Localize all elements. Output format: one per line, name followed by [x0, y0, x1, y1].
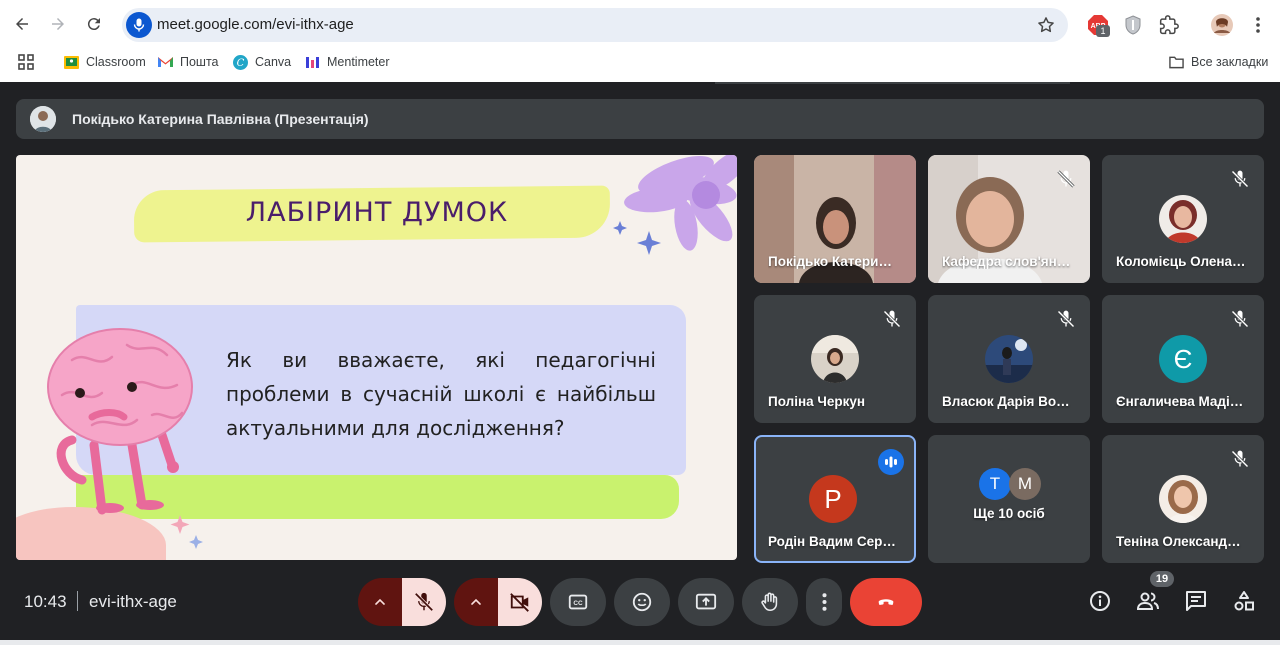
people-count-badge: 19	[1150, 571, 1174, 587]
bookmark-canva[interactable]: C Canva	[233, 53, 291, 71]
participant-tile[interactable]: Поліна Черкун	[754, 295, 916, 423]
gmail-icon	[158, 55, 173, 70]
address-bar[interactable]: meet.google.com/evi-ithx-age	[122, 8, 1068, 42]
extensions-puzzle-icon[interactable]	[1157, 13, 1181, 37]
taskbar-edge	[0, 640, 1280, 645]
canva-icon: C	[233, 54, 248, 70]
flower-decoration	[624, 155, 737, 251]
meeting-code[interactable]: evi-ithx-age	[89, 592, 177, 612]
bookmark-classroom[interactable]: Classroom	[64, 53, 146, 71]
bookmark-label: Canva	[255, 55, 292, 69]
apps-grid-icon[interactable]	[18, 53, 34, 71]
participant-avatar	[1159, 195, 1207, 243]
mic-off-icon	[1057, 310, 1075, 328]
brain-character-illustration	[47, 328, 193, 515]
participant-name: Теніна Олександ…	[1116, 534, 1241, 549]
reload-icon[interactable]	[80, 10, 108, 38]
participant-letter-avatar: М	[1009, 468, 1041, 500]
people-icon[interactable]	[1135, 588, 1161, 614]
captions-button[interactable]: CC	[550, 578, 606, 626]
presenter-bar: Покідько Катерина Павлівна (Презентація)	[16, 99, 1264, 139]
leave-call-button[interactable]	[850, 578, 922, 626]
slide-title: ЛАБІРИНТ ДУМОК	[245, 197, 509, 228]
classroom-icon	[64, 55, 79, 70]
participant-name: Кафедра слов'ян…	[942, 254, 1071, 269]
bookmarks-bar: Classroom Пошта C Canva Mentimeter Все з…	[0, 50, 1280, 74]
participant-tile[interactable]: Теніна Олександ…	[1102, 435, 1264, 563]
speaking-indicator-icon	[878, 449, 904, 475]
reactions-button[interactable]	[614, 578, 670, 626]
all-bookmarks-label: Все закладки	[1191, 55, 1269, 69]
mic-off-icon	[1231, 310, 1249, 328]
participant-avatar	[985, 335, 1033, 383]
participant-avatar	[811, 335, 859, 383]
participant-tile[interactable]: Покідько Катери…	[754, 155, 916, 283]
participant-name: Власюк Дарія Во…	[942, 394, 1070, 409]
participant-name: Єнгаличева Маді…	[1116, 394, 1244, 409]
back-icon[interactable]	[8, 10, 36, 38]
browser-menu-icon[interactable]	[1246, 13, 1270, 37]
participant-tile[interactable]: Кафедра слов'ян…	[928, 155, 1090, 283]
camera-off-button[interactable]	[498, 578, 542, 626]
bookmark-label: Mentimeter	[327, 55, 390, 69]
meeting-info-icon[interactable]	[1087, 588, 1113, 614]
microphone-off-button[interactable]	[402, 578, 446, 626]
divider	[77, 591, 78, 611]
slide-question: Як ви вважаєте, які педагогічні проблеми…	[226, 348, 656, 440]
browser-chrome: meet.google.com/evi-ithx-age ABP 1 Class…	[0, 0, 1280, 82]
meeting-time: 10:43	[24, 592, 67, 611]
participant-name: Поліна Черкун	[768, 394, 866, 409]
participant-tile[interactable]: Коломієць Олена…	[1102, 155, 1264, 283]
more-participants-label: Ще 10 осіб	[973, 506, 1045, 521]
all-bookmarks[interactable]: Все закладки	[1169, 53, 1268, 71]
svg-text:C: C	[237, 58, 245, 69]
url-text[interactable]: meet.google.com/evi-ithx-age	[157, 16, 354, 33]
participant-avatar	[1159, 475, 1207, 523]
video-options-chevron-icon[interactable]	[454, 578, 498, 626]
adblock-extension-icon[interactable]: ABP 1	[1086, 13, 1110, 37]
participant-tile-speaking[interactable]: Р Родін Вадим Сер…	[754, 435, 916, 563]
participant-tile[interactable]: Власюк Дарія Во…	[928, 295, 1090, 423]
presenter-avatar	[30, 106, 56, 132]
raise-hand-button[interactable]	[742, 578, 798, 626]
mic-off-icon	[1057, 170, 1075, 188]
folder-icon	[1169, 55, 1184, 70]
presentation-slide: ЛАБІРИНТ ДУМОК Як ви вважаєте, які педаг…	[16, 155, 737, 560]
mic-off-icon	[1231, 450, 1249, 468]
mic-off-icon	[1231, 170, 1249, 188]
participant-letter-avatar: Р	[809, 475, 857, 523]
mic-off-icon	[883, 310, 901, 328]
shield-extension-icon[interactable]	[1121, 13, 1145, 37]
audio-options-chevron-icon[interactable]	[358, 578, 402, 626]
present-screen-button[interactable]	[678, 578, 734, 626]
participant-letter-avatar: Т	[979, 468, 1011, 500]
participant-name: Покідько Катери…	[768, 254, 892, 269]
participant-letter-avatar: Є	[1159, 335, 1207, 383]
more-options-icon[interactable]	[806, 578, 842, 626]
mentimeter-icon	[305, 55, 320, 70]
bookmark-star-icon[interactable]	[1036, 15, 1056, 35]
microphone-in-use-icon[interactable]	[126, 12, 152, 38]
participant-name: Коломієць Олена…	[1116, 254, 1246, 269]
activities-icon[interactable]	[1231, 588, 1257, 614]
forward-icon[interactable]	[44, 10, 72, 38]
presenter-label: Покідько Катерина Павлівна (Презентація)	[72, 111, 369, 127]
chat-icon[interactable]	[1183, 588, 1209, 614]
participant-name: Родін Вадим Сер…	[768, 534, 896, 549]
profile-avatar[interactable]	[1210, 13, 1234, 37]
more-participants-tile[interactable]: Т М Ще 10 осіб	[928, 435, 1090, 563]
bookmark-mentimeter[interactable]: Mentimeter	[305, 53, 390, 71]
bookmark-gmail[interactable]: Пошта	[158, 53, 219, 71]
svg-text:CC: CC	[573, 600, 583, 607]
bookmark-label: Пошта	[180, 55, 219, 69]
bookmark-label: Classroom	[86, 55, 146, 69]
extension-badge: 1	[1096, 25, 1110, 37]
participant-tile[interactable]: Є Єнгаличева Маді…	[1102, 295, 1264, 423]
divider	[715, 82, 1070, 84]
